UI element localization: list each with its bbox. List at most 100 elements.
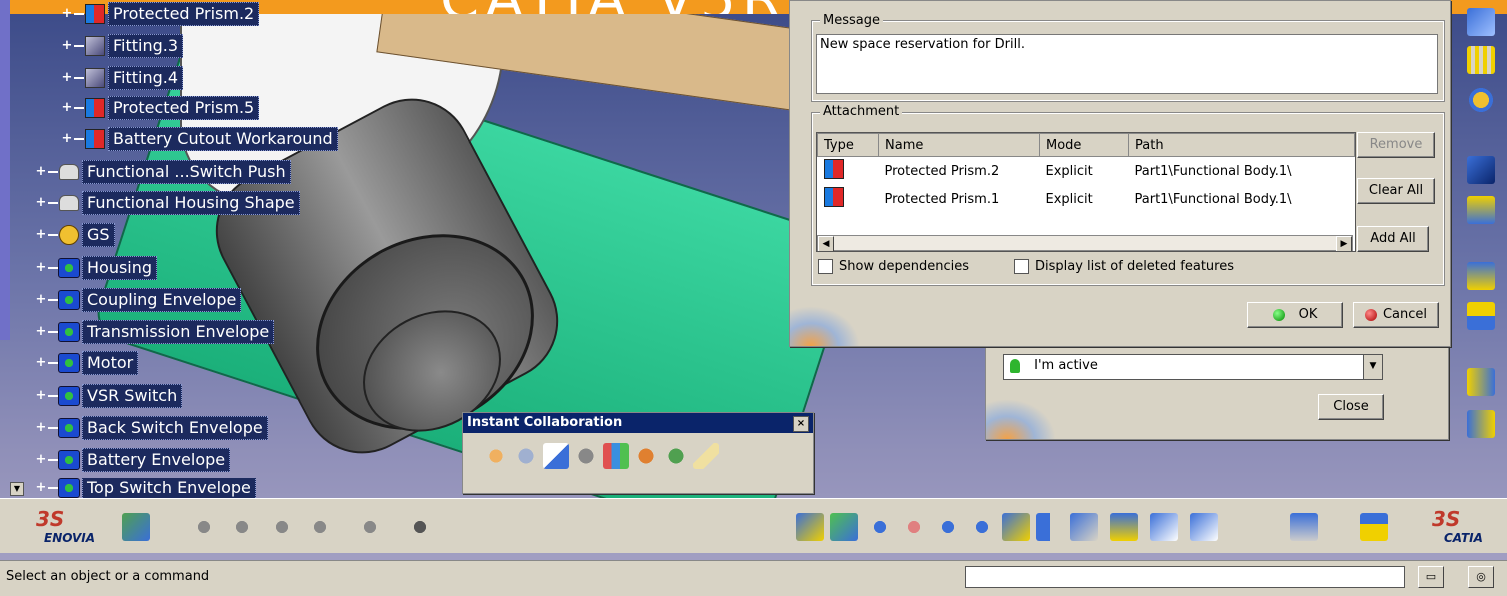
fly-mode-icon[interactable] [796, 513, 824, 541]
command-input[interactable] [965, 566, 1405, 588]
tree-item-label[interactable]: Battery Cutout Workaround [108, 127, 338, 151]
navigation-icon[interactable] [122, 513, 150, 541]
tree-item-label[interactable]: Back Switch Envelope [82, 416, 268, 440]
tree-item-label[interactable]: Functional Housing Shape [82, 191, 300, 215]
expand-icon[interactable]: + [34, 293, 48, 307]
horizontal-scrollbar[interactable]: ◀ ▶ [817, 235, 1353, 251]
show-dependencies-checkbox[interactable]: Show dependencies [818, 259, 969, 274]
tree-item[interactable]: + Protected Prism.5 [60, 96, 260, 120]
pan-icon[interactable] [866, 513, 894, 541]
expand-icon[interactable]: + [34, 325, 48, 339]
measure-icon[interactable] [1360, 513, 1388, 541]
tool-f-icon[interactable] [406, 513, 434, 541]
tree-item[interactable]: + Battery Envelope [34, 448, 231, 472]
expand-icon[interactable]: + [34, 356, 48, 370]
users-icon[interactable] [603, 443, 629, 469]
expand-icon[interactable]: + [34, 421, 48, 435]
expand-icon[interactable]: + [34, 228, 48, 242]
tree-item-label[interactable]: Housing [82, 256, 158, 280]
send-icon[interactable] [633, 443, 659, 469]
tree-item[interactable]: + Protected Prism.2 [60, 2, 260, 26]
chevron-down-icon[interactable]: ▼ [1363, 355, 1382, 379]
tree-item-label[interactable]: VSR Switch [82, 384, 183, 408]
close-button[interactable]: Close [1318, 394, 1384, 420]
ok-button[interactable]: OK [1247, 302, 1343, 328]
expand-icon[interactable]: + [60, 71, 74, 85]
tree-item-label[interactable]: Fitting.3 [108, 34, 184, 58]
product-structure-icon[interactable] [1467, 8, 1495, 36]
tree-item[interactable]: + VSR Switch [34, 384, 183, 408]
expand-icon[interactable]: + [34, 261, 48, 275]
tree-item[interactable]: + Battery Cutout Workaround [60, 127, 338, 151]
zoom-in-icon[interactable] [934, 513, 962, 541]
arrow-icon[interactable] [1467, 156, 1495, 184]
message-textarea[interactable]: New space reservation for Drill. [816, 34, 1438, 94]
expand-icon[interactable]: + [60, 7, 74, 21]
iso-view-icon[interactable] [1070, 513, 1098, 541]
tree-item[interactable]: + GS [34, 223, 115, 247]
hide-show-icon[interactable] [1150, 513, 1178, 541]
paste-icon[interactable] [1467, 196, 1495, 224]
tool-a-icon[interactable] [190, 513, 218, 541]
eraser-icon[interactable] [693, 443, 719, 469]
fix-icon[interactable] [1467, 410, 1495, 438]
enovia-logo[interactable]: 3S ENOVIA [36, 507, 116, 547]
constraint-icon[interactable] [1467, 368, 1495, 396]
add-all-button[interactable]: Add All [1357, 226, 1429, 252]
section-icon[interactable] [1467, 302, 1495, 330]
tool-d-icon[interactable] [306, 513, 334, 541]
tree-item-label[interactable]: GS [82, 223, 115, 247]
normal-view-icon[interactable] [1002, 513, 1030, 541]
tree-item[interactable]: + Functional Housing Shape [34, 191, 300, 215]
tree-item-label[interactable]: Transmission Envelope [82, 320, 275, 344]
scroll-left-arrow[interactable]: ◀ [818, 236, 834, 251]
column-header-mode[interactable]: Mode [1039, 133, 1129, 157]
expand-icon[interactable]: + [34, 196, 48, 210]
toolbar-title-bar[interactable]: Instant Collaboration × [463, 413, 813, 433]
tree-item[interactable]: + Coupling Envelope [34, 288, 242, 312]
shading-icon[interactable] [1110, 513, 1138, 541]
display-deleted-checkbox[interactable]: Display list of deleted features [1014, 259, 1234, 274]
tree-item[interactable]: + Back Switch Envelope [34, 416, 268, 440]
grid-icon[interactable] [1467, 46, 1495, 74]
sphere-icon[interactable] [1467, 86, 1495, 114]
fit-all-icon[interactable] [830, 513, 858, 541]
zoom-out-icon[interactable] [968, 513, 996, 541]
expand-icon[interactable]: + [60, 101, 74, 115]
tree-item-label[interactable]: Motor [82, 351, 139, 375]
team-icon[interactable] [483, 443, 509, 469]
tree-item[interactable]: + Transmission Envelope [34, 320, 275, 344]
assembly-icon[interactable] [1467, 262, 1495, 290]
print-icon[interactable] [1290, 513, 1318, 541]
tree-item-label[interactable]: Battery Envelope [82, 448, 231, 472]
tree-item-label[interactable]: Functional ...Switch Push [82, 160, 291, 184]
tree-item[interactable]: + Housing [34, 256, 158, 280]
command-history-button[interactable]: ▭ [1418, 566, 1444, 588]
attachment-list[interactable]: Type Name Mode Path Protected Prism.2 Ex… [816, 132, 1356, 252]
tree-item-label[interactable]: Protected Prism.2 [108, 2, 260, 26]
table-row[interactable]: Protected Prism.1 Explicit Part1\Functio… [818, 185, 1355, 213]
status-select[interactable]: I'm active ▼ [1003, 354, 1383, 380]
expand-icon[interactable]: + [34, 481, 48, 495]
cancel-button[interactable]: Cancel [1353, 302, 1439, 328]
swap-visible-icon[interactable] [1190, 513, 1218, 541]
tree-item-label[interactable]: Coupling Envelope [82, 288, 242, 312]
tree-item-label[interactable]: Protected Prism.5 [108, 96, 260, 120]
handshake-icon[interactable] [573, 443, 599, 469]
close-icon[interactable]: × [793, 416, 809, 432]
stop-button[interactable]: ◎ [1468, 566, 1494, 588]
tool-c-icon[interactable] [268, 513, 296, 541]
scroll-right-arrow[interactable]: ▶ [1336, 236, 1352, 251]
expand-icon[interactable]: + [60, 39, 74, 53]
column-header-name[interactable]: Name [878, 133, 1040, 157]
tree-item[interactable]: + Fitting.4 [60, 66, 184, 90]
expand-icon[interactable]: + [34, 453, 48, 467]
chat-icon[interactable] [513, 443, 539, 469]
tree-item-label[interactable]: Top Switch Envelope [82, 478, 256, 498]
clear-all-button[interactable]: Clear All [1357, 178, 1435, 204]
meeting-icon[interactable] [663, 443, 689, 469]
tool-e-icon[interactable] [356, 513, 384, 541]
catia-logo[interactable]: 3S CATIA [1432, 507, 1502, 547]
tree-item-label[interactable]: Fitting.4 [108, 66, 184, 90]
expand-icon[interactable]: + [34, 389, 48, 403]
